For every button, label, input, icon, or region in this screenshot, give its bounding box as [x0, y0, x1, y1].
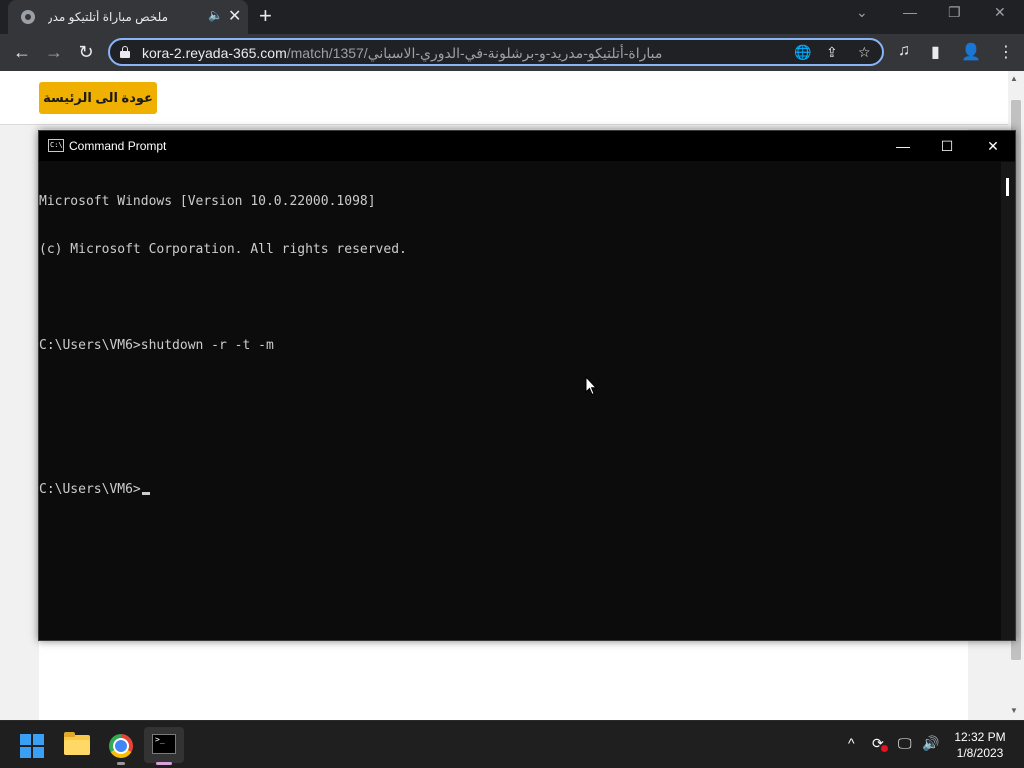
- console-prompt: C:\Users\VM6>: [39, 482, 141, 497]
- show-hidden-icons-chevron-icon[interactable]: ^: [848, 735, 855, 751]
- console-prompt-line[interactable]: C:\Users\VM6>: [39, 482, 1001, 498]
- browser-menu-icon[interactable]: ⋮: [998, 42, 1014, 62]
- tab-favicon-icon: [21, 10, 35, 24]
- side-panel-icon[interactable]: ▮: [931, 42, 940, 62]
- tab-title: ملخص مباراة أتلتيكو مدريد ضد برشلونة: [48, 10, 168, 24]
- share-icon[interactable]: ⇪: [826, 44, 838, 61]
- terminal-active-indicator: [156, 762, 172, 765]
- forward-button[interactable]: →: [42, 40, 66, 64]
- mouse-pointer-icon: [585, 376, 597, 396]
- console-output[interactable]: Microsoft Windows [Version 10.0.22000.10…: [39, 162, 1001, 640]
- address-url[interactable]: kora-2.reyada-365.com/match/1357/مباراة-…: [142, 45, 662, 62]
- url-host: kora-2.reyada-365.com: [142, 45, 287, 61]
- browser-tab[interactable]: ملخص مباراة أتلتيكو مدريد ضد برشلونة 🔈 ✕: [8, 0, 248, 34]
- address-bar[interactable]: kora-2.reyada-365.com/match/1357/مباراة-…: [108, 38, 884, 66]
- window-close-button[interactable]: ✕: [994, 4, 1006, 21]
- browser-toolbar: ← → ↻ kora-2.reyada-365.com/match/1357/م…: [0, 34, 1024, 71]
- translate-icon[interactable]: 🌐: [794, 44, 811, 61]
- url-path: /match/1357/مباراة-أتلتيكو-مدريد-و-برشلو…: [286, 45, 663, 61]
- taskbar: >_ ^ ⟳ 🖵 🔊 12:32 PM 1/8/2023: [0, 720, 1024, 768]
- chrome-icon[interactable]: [109, 734, 133, 758]
- clock-date: 1/8/2023: [956, 746, 1004, 760]
- window-minimize-button[interactable]: —: [903, 4, 917, 20]
- media-control-icon[interactable]: ♫: [898, 42, 910, 60]
- cmd-title: Command Prompt: [69, 139, 167, 153]
- scroll-up-arrow-icon[interactable]: ▲: [1010, 74, 1018, 83]
- system-clock[interactable]: 12:32 PM 1/8/2023: [948, 729, 1012, 761]
- page-header: عودة الى الرئيسة: [0, 71, 1008, 125]
- cmd-close-button[interactable]: ✕: [981, 135, 1005, 157]
- windows-start-icon[interactable]: [20, 734, 44, 758]
- network-icon[interactable]: 🖵: [898, 735, 912, 752]
- command-prompt-icon[interactable]: >_: [152, 734, 176, 754]
- browser-tab-strip: ملخص مباراة أتلتيكو مدريد ضد برشلونة 🔈 ✕…: [0, 0, 1024, 34]
- chrome-running-indicator: [117, 762, 125, 765]
- sync-error-badge: [881, 745, 888, 752]
- back-button[interactable]: ←: [10, 40, 34, 64]
- lock-icon[interactable]: [120, 46, 130, 58]
- command-prompt-window[interactable]: C:\ Command Prompt — ☐ ✕ Microsoft Windo…: [38, 130, 1016, 641]
- bookmark-star-icon[interactable]: ☆: [858, 44, 871, 61]
- console-line: Microsoft Windows [Version 10.0.22000.10…: [39, 194, 376, 209]
- tab-audio-icon[interactable]: 🔈: [208, 8, 223, 22]
- tab-search-button[interactable]: ⌄: [856, 4, 868, 21]
- console-line: (c) Microsoft Corporation. All rights re…: [39, 242, 407, 257]
- text-cursor: [141, 492, 150, 495]
- cmd-app-icon: C:\: [48, 139, 64, 152]
- tab-close-icon[interactable]: ✕: [228, 6, 241, 26]
- cmd-title-bar[interactable]: C:\ Command Prompt — ☐ ✕: [39, 131, 1015, 161]
- cmd-scrollbar-thumb[interactable]: [1006, 178, 1009, 196]
- console-line: C:\Users\VM6>shutdown -r -t -m: [39, 338, 274, 353]
- new-tab-button[interactable]: +: [259, 4, 272, 28]
- window-restore-button[interactable]: ❐: [948, 4, 961, 21]
- scroll-down-arrow-icon[interactable]: ▼: [1010, 706, 1018, 715]
- reload-button[interactable]: ↻: [74, 40, 98, 64]
- cmd-maximize-button[interactable]: ☐: [935, 135, 959, 157]
- clock-time: 12:32 PM: [954, 730, 1006, 744]
- cmd-minimize-button[interactable]: —: [891, 135, 915, 157]
- cmd-scrollbar[interactable]: [1001, 162, 1015, 640]
- back-to-home-button[interactable]: عودة الى الرئيسة: [39, 82, 157, 114]
- file-explorer-icon[interactable]: [64, 732, 90, 755]
- profile-icon[interactable]: 👤: [961, 42, 981, 62]
- volume-icon[interactable]: 🔊: [922, 735, 939, 752]
